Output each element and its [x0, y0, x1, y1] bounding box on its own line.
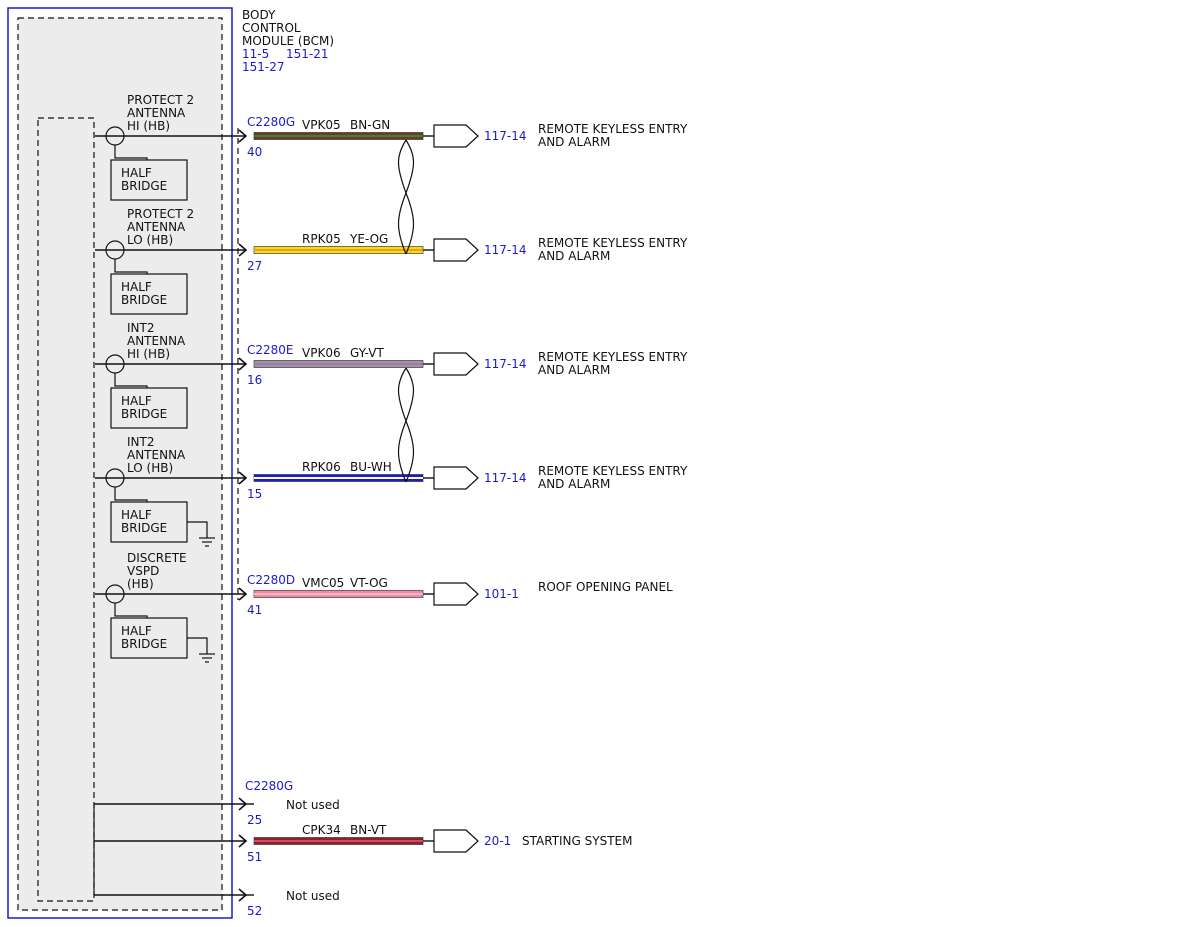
half-bridge-label-line: HALF: [121, 280, 152, 294]
function-label-line: LO (HB): [127, 461, 173, 475]
destination-connector: [433, 829, 479, 853]
destination-label: REMOTE KEYLESS ENTRY AND ALARM: [538, 464, 688, 491]
module-ref-151-21: 151-21: [286, 47, 329, 61]
half-bridge-label-line: HALF: [121, 624, 152, 638]
half-bridge-label-line: BRIDGE: [121, 179, 167, 193]
function-label-line: LO (HB): [127, 233, 173, 247]
pin-number: 15: [247, 487, 262, 501]
destination-ref: 20-1: [484, 834, 511, 848]
destination-ref: 117-14: [484, 243, 527, 257]
circuit-id: VMC05: [302, 576, 344, 590]
pin-number: 52: [247, 904, 262, 918]
module-title: BODY CONTROL MODULE (BCM): [242, 8, 334, 48]
destination-connector: [433, 124, 479, 148]
module-ref-11-5: 11-5: [242, 47, 269, 61]
destination-connector: [433, 352, 479, 376]
destination-ref: 117-14: [484, 129, 527, 143]
destination-label-line: REMOTE KEYLESS ENTRY: [538, 464, 688, 478]
destination-label: STARTING SYSTEM: [522, 834, 632, 848]
connector-id: C2280D: [247, 573, 295, 587]
destination-ref: 117-14: [484, 357, 527, 371]
pin-number: 27: [247, 259, 262, 273]
half-bridge-label-line: HALF: [121, 394, 152, 408]
destination-connector: [433, 238, 479, 262]
pin-number: 16: [247, 373, 262, 387]
function-label-line: ANTENNA: [127, 220, 186, 234]
half-bridge-label-line: BRIDGE: [121, 521, 167, 535]
wire-stripe: [254, 363, 423, 365]
destination-connector: [433, 582, 479, 606]
function-label-line: ANTENNA: [127, 448, 186, 462]
function-label-line: PROTECT 2: [127, 93, 194, 107]
destination-ref: 101-1: [484, 587, 519, 601]
function-label-line: INT2: [127, 321, 154, 335]
circuit-id: RPK06: [302, 460, 341, 474]
destination-ref: 117-14: [484, 471, 527, 485]
pin-number: 51: [247, 850, 262, 864]
wire-stripe: [254, 593, 423, 595]
circuit-id: RPK05: [302, 232, 341, 246]
wire-color-code: BN-GN: [350, 118, 390, 132]
wire-color-code: GY-VT: [350, 346, 384, 360]
function-label-line: ANTENNA: [127, 334, 186, 348]
function-label-line: HI (HB): [127, 119, 170, 133]
wire-color-code: YE-OG: [349, 232, 388, 246]
wire-stripe: [254, 135, 423, 137]
destination-label-line: AND ALARM: [538, 363, 610, 377]
function-label-line: VSPD: [127, 564, 159, 578]
function-label-line: PROTECT 2: [127, 207, 194, 221]
destination-label-line: STARTING SYSTEM: [522, 834, 632, 848]
module-ref-151-27: 151-27: [242, 60, 285, 74]
destination-label-line: REMOTE KEYLESS ENTRY: [538, 350, 688, 364]
destination-label-line: ROOF OPENING PANEL: [538, 580, 673, 594]
destination-label: REMOTE KEYLESS ENTRY AND ALARM: [538, 350, 688, 377]
destination-label-line: AND ALARM: [538, 249, 610, 263]
function-label-line: DISCRETE: [127, 551, 187, 565]
function-label-line: ANTENNA: [127, 106, 186, 120]
circuit-id: VPK06: [302, 346, 341, 360]
not-used-label: Not used: [286, 889, 340, 903]
wire-color-code: BU-WH: [350, 460, 392, 474]
wiring-diagram: BODY CONTROL MODULE (BCM) 11-5 151-21 15…: [7, 7, 688, 919]
wire-stripe: [254, 477, 423, 479]
destination-label: REMOTE KEYLESS ENTRY AND ALARM: [538, 122, 688, 149]
destination-label-line: REMOTE KEYLESS ENTRY: [538, 122, 688, 136]
connector-id: C2280G: [247, 115, 295, 129]
connector-id: C2280E: [247, 343, 294, 357]
not-used-label: Not used: [286, 798, 340, 812]
half-bridge-label-line: BRIDGE: [121, 407, 167, 421]
destination-connector: [433, 466, 479, 490]
function-label-line: INT2: [127, 435, 154, 449]
function-label-line: (HB): [127, 577, 154, 591]
half-bridge-label-line: HALF: [121, 508, 152, 522]
twisted-pair-group: [397, 139, 415, 483]
function-label-line: HI (HB): [127, 347, 170, 361]
wire-stripe: [254, 840, 423, 842]
circuit-id: VPK05: [302, 118, 341, 132]
destination-label: ROOF OPENING PANEL: [538, 580, 673, 594]
destination-label-line: AND ALARM: [538, 135, 610, 149]
pin-number: 25: [247, 813, 262, 827]
connector-id: C2280G: [245, 779, 293, 793]
destination-label: REMOTE KEYLESS ENTRY AND ALARM: [538, 236, 688, 263]
half-bridge-label-line: BRIDGE: [121, 637, 167, 651]
pin-number: 41: [247, 603, 262, 617]
wire-stripe: [254, 249, 423, 251]
half-bridge-label-line: HALF: [121, 166, 152, 180]
destination-label-line: AND ALARM: [538, 477, 610, 491]
circuit-id: CPK34: [302, 823, 341, 837]
pin-number: 40: [247, 145, 262, 159]
wire-color-code: VT-OG: [350, 576, 388, 590]
half-bridge-label-line: BRIDGE: [121, 293, 167, 307]
module-body: [17, 17, 223, 911]
wire-color-code: BN-VT: [350, 823, 387, 837]
destination-label-line: REMOTE KEYLESS ENTRY: [538, 236, 688, 250]
